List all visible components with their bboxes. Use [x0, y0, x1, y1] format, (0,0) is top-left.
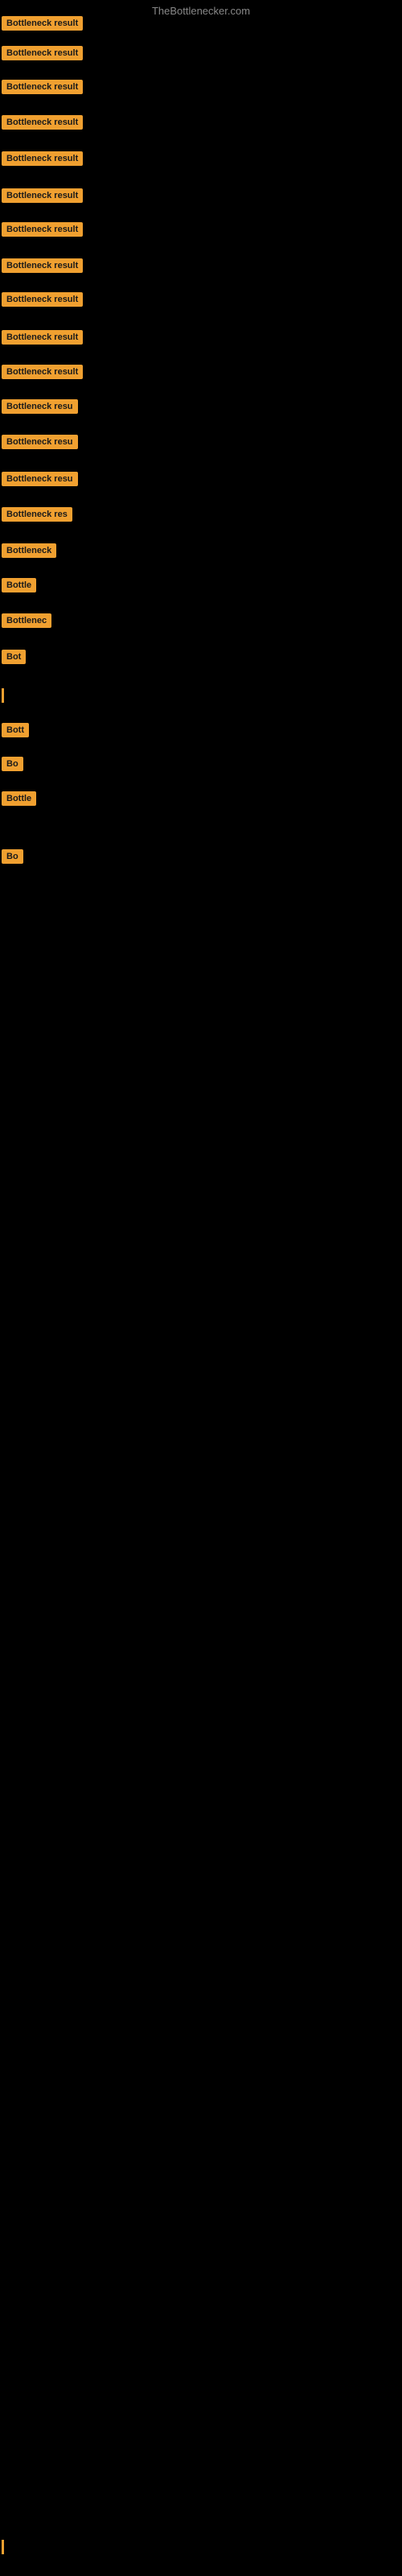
bottleneck-result-row[interactable]: Bottleneck result	[2, 365, 83, 383]
bottleneck-badge-5: Bottleneck result	[2, 151, 83, 166]
bottleneck-badge-7: Bottleneck result	[2, 222, 83, 237]
bottleneck-badge-18: Bottlenec	[2, 613, 51, 628]
bottleneck-badge-11: Bottleneck result	[2, 365, 83, 379]
bottleneck-result-row[interactable]: Bottle	[2, 578, 36, 597]
bottleneck-badge-1: Bottleneck result	[2, 16, 83, 31]
bottleneck-badge-14: Bottleneck resu	[2, 472, 78, 486]
bottleneck-result-row[interactable]: Bottleneck result	[2, 16, 83, 35]
bottleneck-result-row[interactable]: Bottleneck	[2, 543, 56, 562]
bottleneck-result-row[interactable]: Bottleneck result	[2, 222, 83, 241]
bottleneck-result-row[interactable]: Bottleneck result	[2, 258, 83, 277]
bottleneck-result-row[interactable]: Bottle	[2, 791, 36, 810]
bottleneck-badge-6: Bottleneck result	[2, 188, 83, 203]
bottleneck-result-row[interactable]: Bott	[2, 723, 29, 741]
bottleneck-badge-21: Bott	[2, 723, 29, 737]
bottleneck-badge-10: Bottleneck result	[2, 330, 83, 345]
bottleneck-badge-9: Bottleneck result	[2, 292, 83, 307]
bottleneck-badge-13: Bottleneck resu	[2, 435, 78, 449]
bottleneck-result-row[interactable]: Bottleneck resu	[2, 472, 78, 490]
bottleneck-badge-22: Bo	[2, 757, 23, 771]
bottleneck-result-row[interactable]: Bottleneck res	[2, 507, 72, 526]
bottleneck-badge-15: Bottleneck res	[2, 507, 72, 522]
bottleneck-result-row[interactable]: Bottleneck resu	[2, 399, 78, 418]
bottleneck-result-row[interactable]: Bottleneck result	[2, 292, 83, 311]
bottleneck-badge-16: Bottleneck	[2, 543, 56, 558]
bottleneck-result-row[interactable]: Bottlenec	[2, 613, 51, 632]
bottleneck-badge-23: Bottle	[2, 791, 36, 806]
bottleneck-result-row[interactable]: Bottleneck resu	[2, 435, 78, 453]
bottleneck-result-row[interactable]: Bottleneck result	[2, 80, 83, 98]
bottleneck-result-row[interactable]: Bottleneck result	[2, 115, 83, 134]
bottleneck-badge-17: Bottle	[2, 578, 36, 592]
bottleneck-badge-24: Bo	[2, 849, 23, 864]
bottleneck-badge-19: Bot	[2, 650, 26, 664]
bottleneck-badge-4: Bottleneck result	[2, 115, 83, 130]
cursor-line-20	[2, 688, 4, 703]
bottleneck-result-row[interactable]: Bottleneck result	[2, 188, 83, 207]
bottleneck-result-row[interactable]: Bo	[2, 849, 23, 868]
bottleneck-badge-2: Bottleneck result	[2, 46, 83, 60]
bottleneck-result-row[interactable]: Bottleneck result	[2, 330, 83, 349]
cursor-line-25	[2, 2540, 4, 2554]
bottleneck-result-row[interactable]: Bottleneck result	[2, 46, 83, 64]
bottleneck-result-row[interactable]: Bottleneck result	[2, 151, 83, 170]
bottleneck-result-row[interactable]: Bo	[2, 757, 23, 775]
bottleneck-badge-8: Bottleneck result	[2, 258, 83, 273]
bottleneck-result-row[interactable]: Bot	[2, 650, 26, 668]
bottleneck-badge-3: Bottleneck result	[2, 80, 83, 94]
bottleneck-badge-12: Bottleneck resu	[2, 399, 78, 414]
